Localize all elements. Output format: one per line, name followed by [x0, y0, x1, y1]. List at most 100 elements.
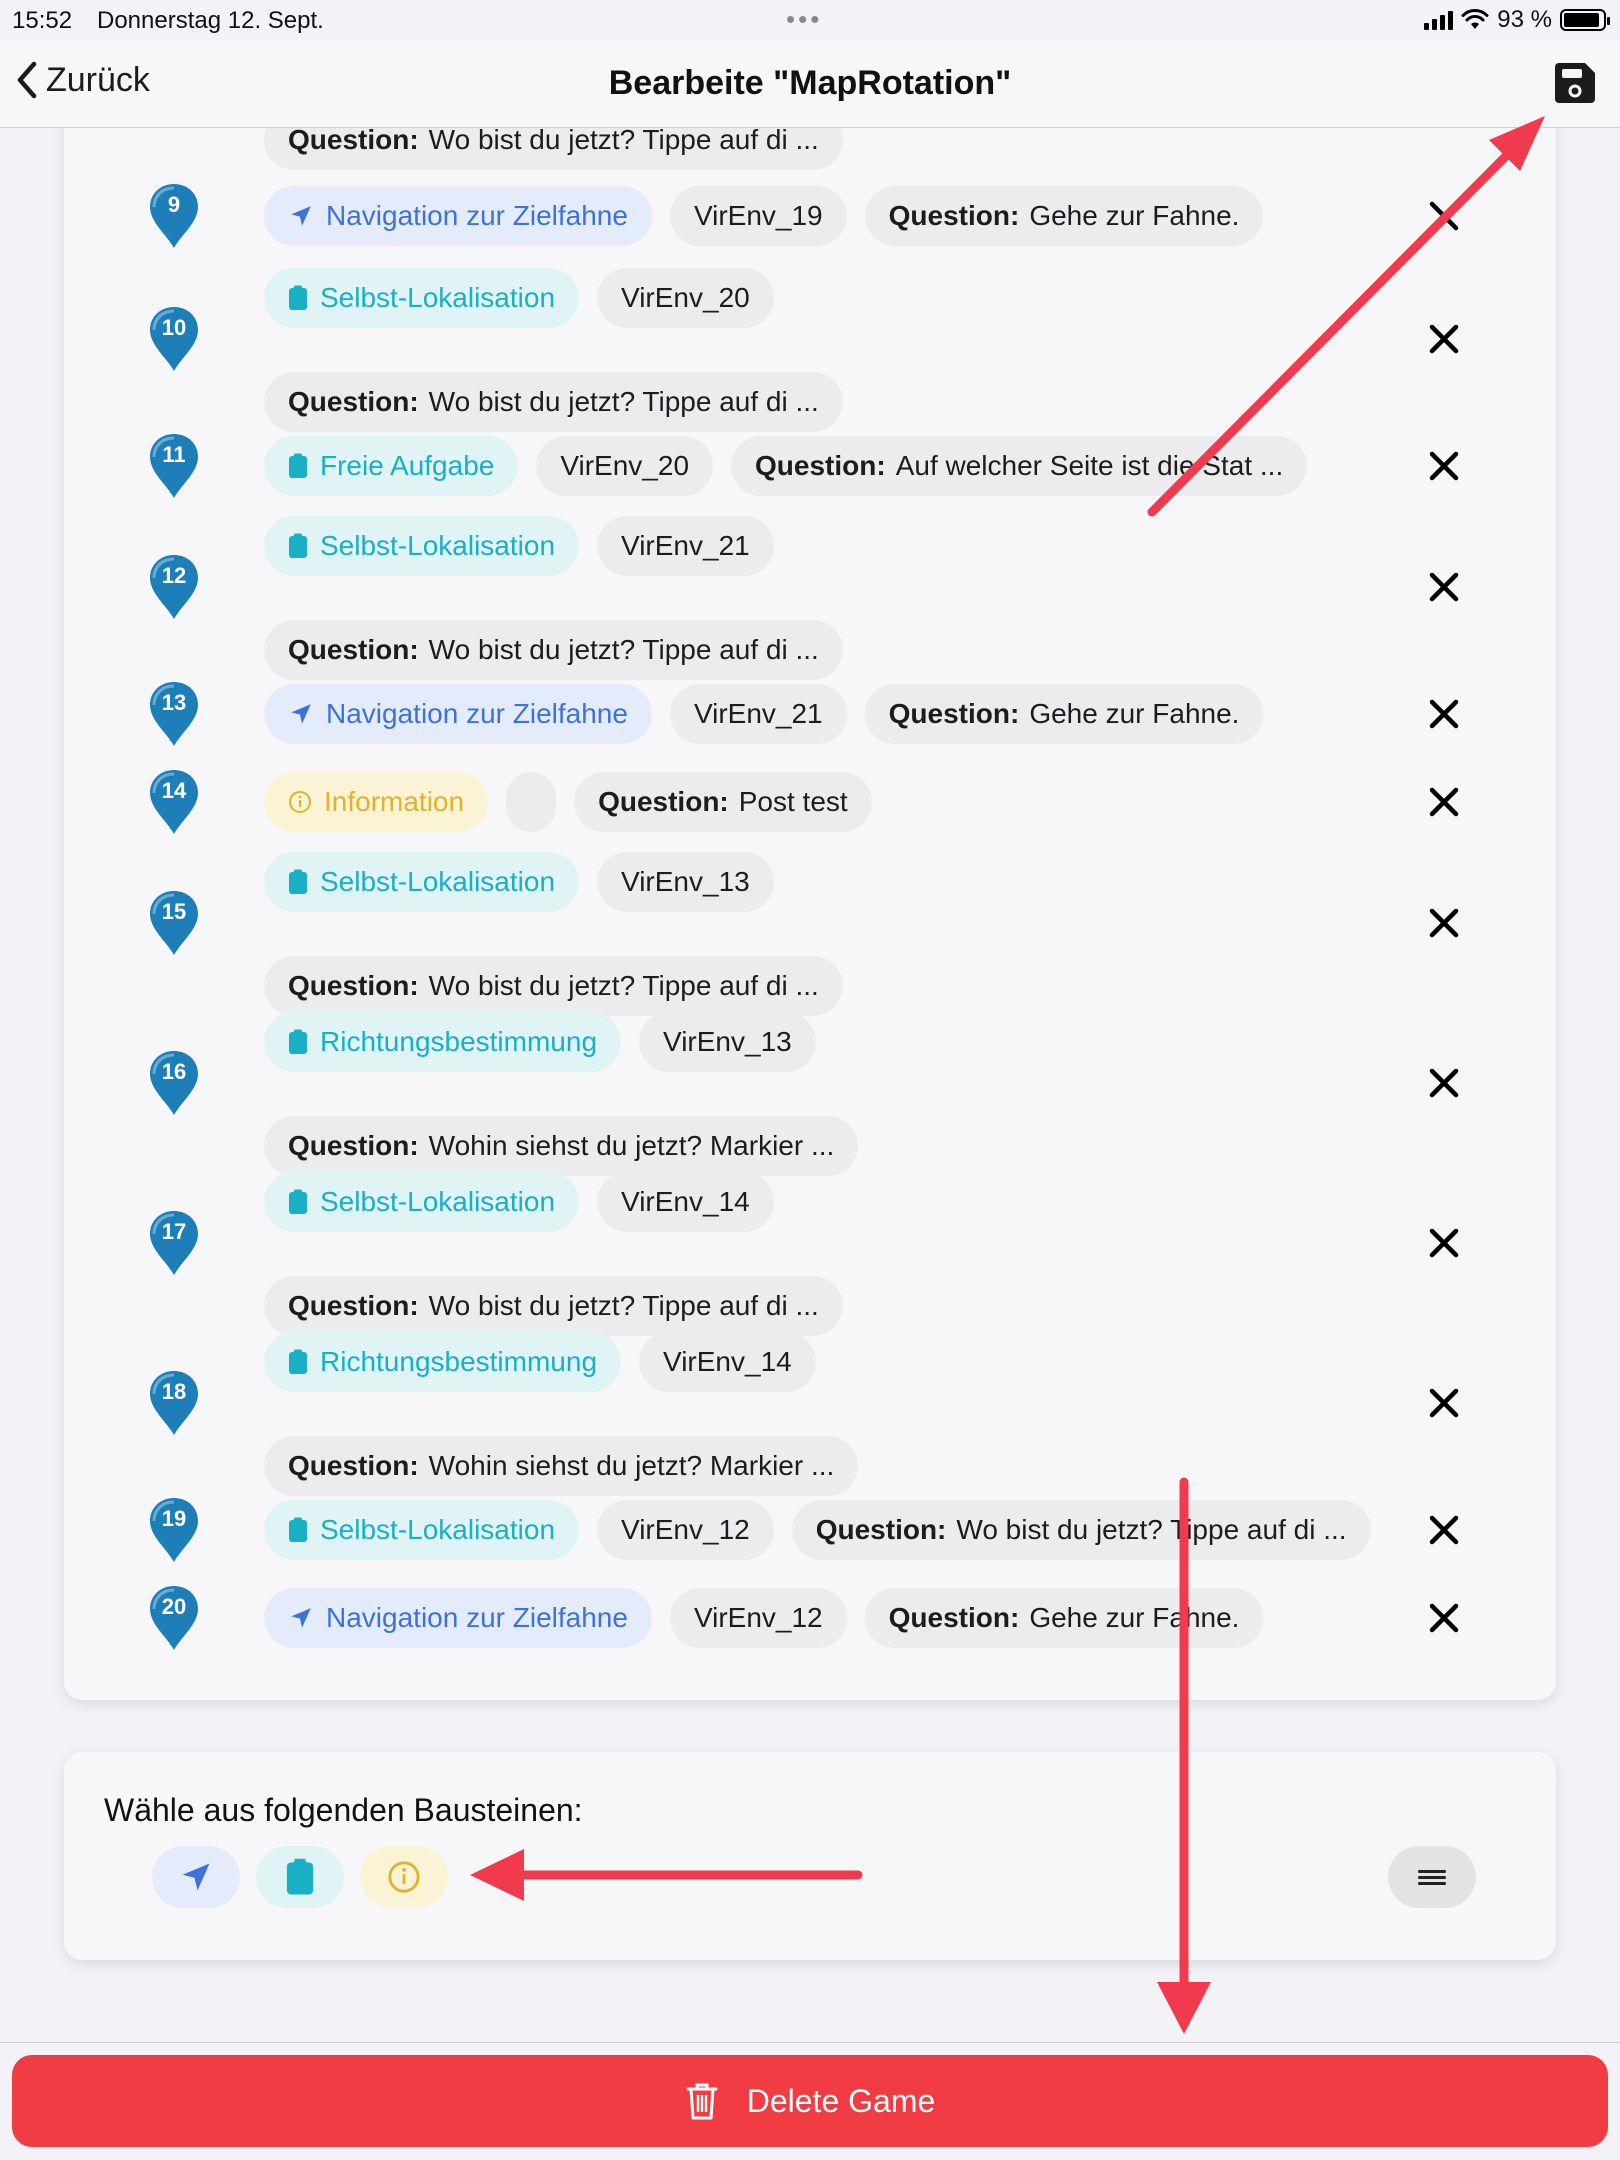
add-information-button[interactable]: [360, 1846, 448, 1908]
question-prefix: Question:: [888, 200, 1020, 231]
add-task-button[interactable]: [256, 1846, 344, 1908]
question-text: Auf welcher Seite ist die Stat ...: [895, 450, 1284, 481]
remove-step-button[interactable]: [1420, 778, 1468, 826]
step-type-label: Navigation zur Zielfahne: [326, 698, 628, 729]
question-text: Post test: [738, 786, 848, 817]
remove-step-button[interactable]: [1420, 1594, 1468, 1642]
remove-step-button[interactable]: [1420, 690, 1468, 738]
step-list-card: Question: Wo bist du jetzt? Tippe auf di …: [64, 60, 1556, 1700]
step-number: 12: [161, 563, 187, 588]
step-type-chip[interactable]: Navigation zur Zielfahne: [264, 1588, 652, 1648]
environment-chip[interactable]: VirEnv_21: [669, 684, 847, 744]
question-prefix: Question:: [288, 1290, 419, 1321]
step-type-chip[interactable]: Selbst-Lokalisation: [264, 516, 580, 576]
question-chip[interactable]: Question: Wo bist du jetzt? Tippe auf di …: [264, 372, 843, 432]
environment-chip[interactable]: VirEnv_21: [597, 516, 774, 576]
remove-step-button[interactable]: [1420, 1059, 1468, 1107]
step-type-chip[interactable]: Information: [264, 772, 489, 832]
remove-step-button[interactable]: [1420, 1379, 1468, 1427]
step-number: 11: [162, 442, 186, 467]
question-chip[interactable]: Question: Post test: [574, 772, 872, 832]
close-icon: [1429, 572, 1459, 602]
environment-chip[interactable]: VirEnv_19: [669, 186, 847, 246]
environment-chip[interactable]: VirEnv_12: [669, 1588, 847, 1648]
question-chip[interactable]: Question: Gehe zur Fahne.: [864, 186, 1264, 246]
question-chip[interactable]: Question: Wohin siehst du jetzt? Markier …: [264, 1116, 859, 1176]
save-button[interactable]: [1552, 60, 1598, 106]
remove-step-button[interactable]: [1420, 442, 1468, 490]
step-type-chip[interactable]: Richtungsbestimmung: [264, 1012, 622, 1072]
step-number-marker: 18: [148, 1369, 200, 1437]
close-icon: [1429, 699, 1459, 729]
add-navigation-button[interactable]: [152, 1846, 240, 1908]
navigation-arrow-icon: [291, 1608, 311, 1628]
question-chip[interactable]: Question: Wo bist du jetzt? Tippe auf di …: [264, 1276, 843, 1336]
environment-chip[interactable]: VirEnv_13: [639, 1012, 816, 1072]
step-type-label: Richtungsbestimmung: [320, 1346, 598, 1377]
environment-chip[interactable]: VirEnv_14: [597, 1172, 774, 1232]
close-icon: [1429, 1603, 1459, 1633]
delete-game-button[interactable]: Delete Game: [12, 2055, 1608, 2147]
status-right: 93 %: [1424, 6, 1610, 34]
step-type-chip[interactable]: Navigation zur Zielfahne: [264, 684, 652, 744]
step-type-chip[interactable]: Selbst-Lokalisation: [264, 1500, 580, 1560]
remove-step-button[interactable]: [1420, 899, 1468, 947]
step-type-chip[interactable]: Richtungsbestimmung: [264, 1332, 622, 1392]
environment-chip[interactable]: VirEnv_20: [597, 268, 774, 328]
battery-percent: 93 %: [1497, 6, 1552, 33]
clipboard-icon: [289, 869, 307, 894]
step-type-label: Richtungsbestimmung: [320, 1026, 598, 1057]
step-number: 13: [161, 690, 187, 715]
environment-chip[interactable]: VirEnv_20: [536, 436, 714, 496]
question-prefix: Question:: [815, 1514, 947, 1545]
clipboard-icon: [286, 1858, 314, 1895]
question-text: Wo bist du jetzt? Tippe auf di ...: [956, 1514, 1347, 1545]
step-type-label: Navigation zur Zielfahne: [326, 200, 628, 231]
remove-step-button[interactable]: [1420, 192, 1468, 240]
step-number-marker: 11: [148, 432, 200, 500]
clipboard-icon: [289, 1189, 307, 1214]
step-type-chip[interactable]: Freie Aufgabe: [264, 436, 519, 496]
step-type-chip[interactable]: Selbst-Lokalisation: [264, 1172, 580, 1232]
question-prefix: Question:: [288, 970, 419, 1001]
step-type-chip[interactable]: Navigation zur Zielfahne: [264, 186, 652, 246]
question-chip[interactable]: Question: Gehe zur Fahne.: [864, 1588, 1264, 1648]
remove-step-button[interactable]: [1420, 1219, 1468, 1267]
clipboard-icon: [289, 533, 307, 558]
question-chip[interactable]: Question: Wo bist du jetzt? Tippe auf di …: [264, 620, 843, 680]
step-type-chip[interactable]: Selbst-Lokalisation: [264, 268, 580, 328]
step-number: 16: [161, 1059, 187, 1084]
clipboard-icon: [289, 285, 307, 310]
environment-chip[interactable]: VirEnv_13: [597, 852, 774, 912]
question-chip[interactable]: Question: Gehe zur Fahne.: [864, 684, 1264, 744]
multitasking-dots-icon[interactable]: •••: [786, 4, 822, 35]
question-prefix: Question:: [288, 386, 419, 417]
question-chip[interactable]: Question: Wo bist du jetzt? Tippe auf di …: [791, 1500, 1371, 1560]
step-chips: Selbst-Lokalisation VirEnv_20 Question: Wo …: [264, 268, 1444, 432]
wifi-icon: [1461, 9, 1489, 29]
question-prefix: Question:: [288, 1450, 419, 1481]
close-icon: [1429, 1515, 1459, 1545]
reorder-menu-button[interactable]: [1388, 1846, 1476, 1908]
step-number-marker: 20: [148, 1584, 200, 1652]
remove-step-button[interactable]: [1420, 563, 1468, 611]
step-type-chip[interactable]: Selbst-Lokalisation: [264, 852, 580, 912]
environment-chip[interactable]: [506, 772, 557, 832]
environment-chip[interactable]: VirEnv_12: [597, 1500, 774, 1560]
delete-game-label: Delete Game: [746, 2082, 936, 2119]
step-number-marker: 15: [148, 889, 200, 957]
remove-step-button[interactable]: [1420, 1506, 1468, 1554]
trash-icon: [686, 2083, 718, 2120]
step-number: 18: [161, 1379, 187, 1404]
status-bar: 15:52 Donnerstag 12. Sept. ••• 93 %: [0, 0, 1620, 40]
step-number: 17: [161, 1219, 187, 1244]
question-chip[interactable]: Question: Wo bist du jetzt? Tippe auf di …: [264, 956, 843, 1016]
remove-step-button[interactable]: [1420, 315, 1468, 363]
question-chip[interactable]: Question: Auf welcher Seite ist die Stat …: [731, 436, 1308, 496]
info-circle-icon: [388, 1861, 420, 1893]
question-chip[interactable]: Question: Wohin siehst du jetzt? Markier …: [264, 1436, 859, 1496]
environment-chip[interactable]: VirEnv_14: [639, 1332, 816, 1392]
step-chips: Navigation zur Zielfahne VirEnv_12 Questio…: [264, 1588, 1444, 1648]
question-text: Wo bist du jetzt? Tippe auf di ...: [428, 1290, 819, 1321]
question-text: Wo bist du jetzt? Tippe auf di ...: [428, 970, 819, 1001]
